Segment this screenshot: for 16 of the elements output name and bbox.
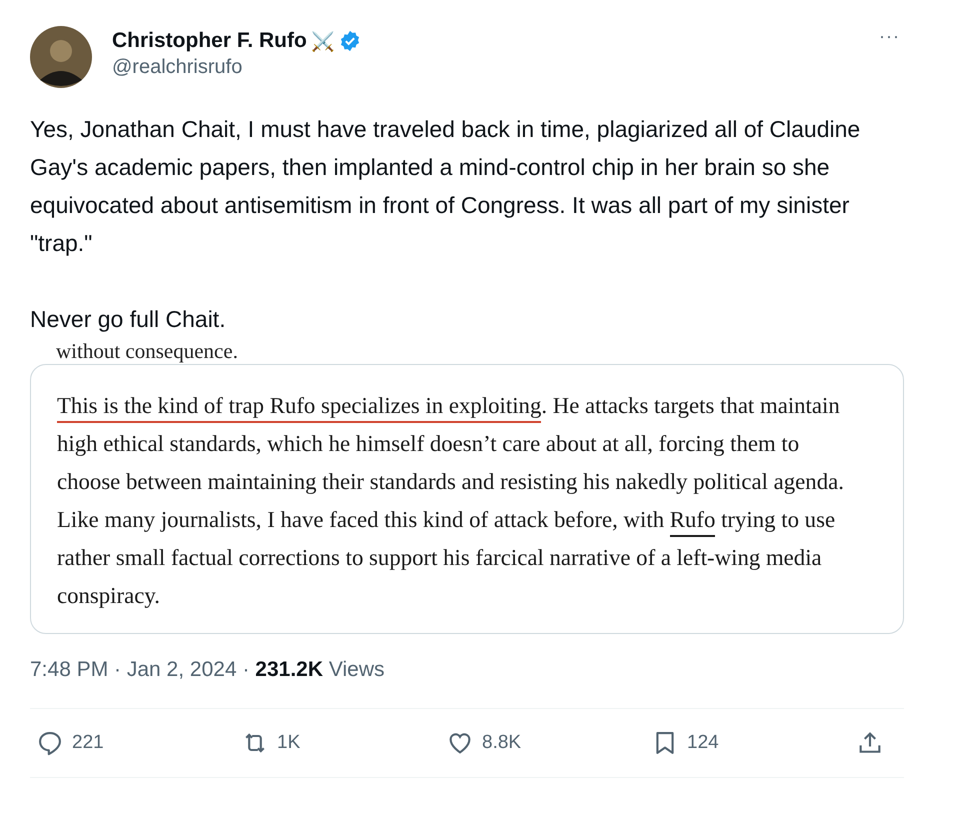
article-text: This is the kind of trap Rufo specializes in exploiting. He attacks targets that maintain high ethical standards, which he himself doesn’t care about at all, forcing them to choose between maintaining their standards and resisting his nakedly political agenda. Like many journalists, I have faced this kind of attack before, with Rufo trying to use rather small factual corrections to support his farcical narrative of a left-wing media conspiracy. (57, 392, 845, 610)
like-button[interactable]: 8.8K (446, 729, 596, 757)
avatar[interactable] (30, 26, 92, 88)
tweet-text: Never go full Chait. (30, 305, 227, 334)
author-handle[interactable]: @realchrisrufo (112, 56, 361, 79)
tweet-text: Yes, Jonathan Chait, I must have traveled back in time, plagiarized all of Claudine Gay's academic papers, then implanted a mind-control chip in her brain so she equivocated about antisemitism in front of Congress. It was all part of my sinister "trap." (30, 115, 862, 258)
tweet-timestamp: 7:48 PM · Jan 2, 2024 · 231.2K Views (30, 658, 904, 709)
more-button[interactable]: ··· (875, 26, 904, 47)
repost-button[interactable]: 1K (241, 729, 391, 757)
article-text: without consequence. (56, 340, 239, 362)
author-name[interactable]: Christopher F. Rufo (112, 29, 307, 53)
reply-button[interactable]: 221 (36, 729, 186, 757)
attached-image[interactable] (30, 364, 904, 634)
bookmark-button[interactable]: 124 (651, 729, 801, 757)
speech-bubble-icon (36, 729, 64, 757)
author-emoji: ⚔ (310, 30, 335, 52)
